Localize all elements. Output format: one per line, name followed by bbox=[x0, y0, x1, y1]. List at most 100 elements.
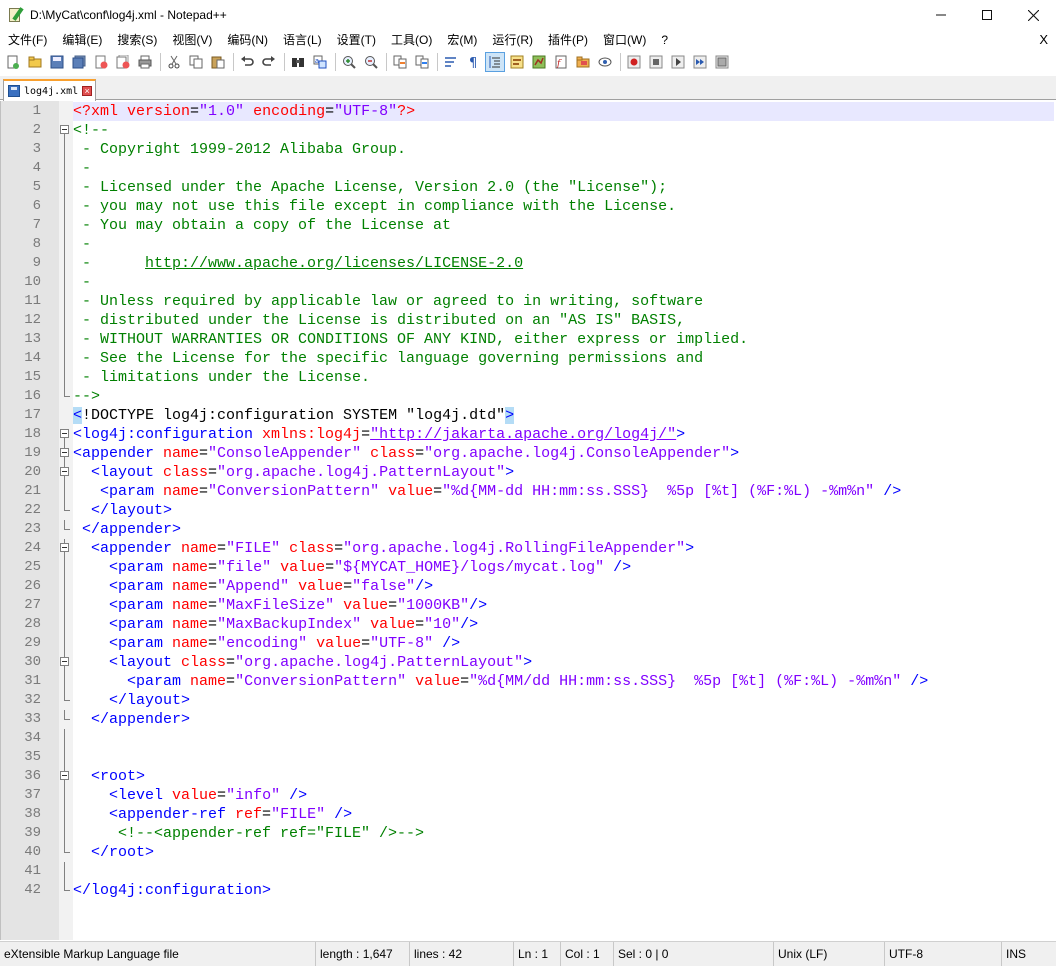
paste-button[interactable] bbox=[209, 53, 227, 71]
code-line: 3 - Copyright 1999-2012 Alibaba Group. bbox=[33, 140, 1054, 159]
code-line: 4 - bbox=[33, 159, 1054, 178]
close-all-button[interactable] bbox=[114, 53, 132, 71]
toolbar-separator bbox=[386, 53, 387, 71]
menu-run[interactable]: 运行(R) bbox=[484, 30, 540, 50]
code-line: 33 </appender> bbox=[24, 710, 1054, 729]
play-macro-button[interactable] bbox=[669, 53, 687, 71]
fold-toggle[interactable] bbox=[58, 444, 72, 463]
line-number: 41 bbox=[24, 863, 41, 879]
fold-toggle[interactable] bbox=[58, 121, 72, 140]
fold-toggle[interactable] bbox=[58, 767, 72, 786]
fold-toggle[interactable] bbox=[58, 539, 72, 558]
word-wrap-icon bbox=[445, 57, 456, 67]
print-icon bbox=[138, 55, 152, 69]
undo-button[interactable] bbox=[238, 53, 256, 71]
replace-button[interactable]: a bbox=[311, 53, 329, 71]
tab-close-icon[interactable]: × bbox=[82, 86, 93, 96]
close-window-button[interactable] bbox=[1010, 0, 1056, 30]
line-number: 11 bbox=[24, 293, 41, 309]
menu-view[interactable]: 视图(V) bbox=[164, 30, 219, 50]
user-defined-language-button[interactable] bbox=[508, 53, 526, 71]
stop-macro-button[interactable] bbox=[647, 53, 665, 71]
zoom-in-button[interactable] bbox=[340, 53, 358, 71]
line-number: 12 bbox=[24, 312, 41, 328]
menu-help[interactable]: ? bbox=[653, 30, 675, 50]
copy-button[interactable] bbox=[187, 53, 205, 71]
status-encoding[interactable]: UTF-8 bbox=[885, 941, 1002, 966]
print-button[interactable] bbox=[136, 53, 154, 71]
record-macro-button[interactable] bbox=[625, 53, 643, 71]
close-button[interactable] bbox=[92, 53, 110, 71]
run-macro-multiple-button[interactable] bbox=[691, 53, 709, 71]
code-line: 9 - http://www.apache.org/licenses/LICEN… bbox=[33, 254, 1054, 273]
show-all-characters-button[interactable]: ¶ bbox=[464, 53, 482, 71]
code-line: 29 <param name="encoding" value="UTF-8" … bbox=[24, 634, 1054, 653]
line-number: 38 bbox=[24, 806, 41, 822]
editor-area[interactable]: 1 <?xml version="1.0" encoding="UTF-8"?> … bbox=[0, 101, 1056, 940]
fold-toggle[interactable] bbox=[58, 463, 72, 482]
zoom-out-button[interactable] bbox=[362, 53, 380, 71]
eye-icon bbox=[598, 57, 612, 67]
find-button[interactable] bbox=[289, 53, 307, 71]
close-document-button[interactable]: X bbox=[1039, 30, 1048, 50]
status-eol-format[interactable]: Unix (LF) bbox=[774, 941, 885, 966]
sync-vertical-icon bbox=[393, 55, 407, 69]
status-insert-mode[interactable]: INS bbox=[1002, 942, 1042, 966]
menu-search[interactable]: 搜索(S) bbox=[109, 30, 164, 50]
code-view[interactable]: 1 <?xml version="1.0" encoding="UTF-8"?> … bbox=[24, 102, 1054, 900]
indent-guide-button[interactable] bbox=[485, 52, 505, 72]
function-list-button[interactable]: f bbox=[552, 53, 570, 71]
redo-button[interactable] bbox=[260, 53, 278, 71]
save-all-button[interactable] bbox=[70, 53, 88, 71]
line-number: 28 bbox=[24, 616, 41, 632]
save-all-icon bbox=[72, 55, 86, 69]
sync-horizontal-icon bbox=[415, 55, 429, 69]
line-number: 16 bbox=[24, 388, 41, 404]
menu-edit[interactable]: 编辑(E) bbox=[54, 30, 109, 50]
menu-file[interactable]: 文件(F) bbox=[0, 30, 54, 50]
line-number: 3 bbox=[32, 141, 41, 157]
license-link[interactable]: http://www.apache.org/licenses/LICENSE-2… bbox=[145, 255, 523, 272]
toolbar-separator bbox=[620, 53, 621, 71]
maximize-button[interactable] bbox=[964, 0, 1010, 30]
sync-vertical-button[interactable] bbox=[391, 53, 409, 71]
close-icon bbox=[1027, 9, 1039, 21]
new-file-icon bbox=[7, 55, 19, 69]
open-file-button[interactable] bbox=[26, 53, 44, 71]
redo-icon bbox=[262, 56, 275, 66]
line-number: 2 bbox=[32, 122, 41, 138]
minimize-button[interactable] bbox=[918, 0, 964, 30]
fold-toggle[interactable] bbox=[58, 425, 72, 444]
code-line: 23 </appender> bbox=[24, 520, 1054, 539]
cut-button[interactable] bbox=[165, 53, 183, 71]
sync-horizontal-button[interactable] bbox=[413, 53, 431, 71]
code-line: 6 - you may not use this file except in … bbox=[33, 197, 1054, 216]
menu-encoding[interactable]: 编码(N) bbox=[219, 30, 275, 50]
svg-text:¶: ¶ bbox=[469, 56, 477, 69]
menu-window[interactable]: 窗口(W) bbox=[595, 30, 653, 50]
line-number: 29 bbox=[24, 635, 41, 651]
line-number: 13 bbox=[24, 331, 41, 347]
zoom-out-icon bbox=[365, 56, 378, 69]
new-file-button[interactable] bbox=[4, 53, 22, 71]
document-tab-bar: log4j.xml × bbox=[0, 76, 1056, 101]
monitoring-button[interactable] bbox=[596, 53, 614, 71]
tab-log4j-xml[interactable]: log4j.xml × bbox=[3, 79, 96, 101]
document-map-button[interactable] bbox=[530, 53, 548, 71]
menu-settings[interactable]: 设置(T) bbox=[329, 30, 383, 50]
word-wrap-button[interactable] bbox=[442, 53, 460, 71]
menu-language[interactable]: 语言(L) bbox=[275, 30, 329, 50]
folder-as-workspace-button[interactable] bbox=[574, 53, 592, 71]
code-line: 38 <appender-ref ref="FILE" /> bbox=[24, 805, 1054, 824]
line-number: 39 bbox=[24, 825, 41, 841]
menu-macro[interactable]: 宏(M) bbox=[439, 30, 484, 50]
line-number: 24 bbox=[24, 540, 41, 556]
xmlns-link[interactable]: "http://jakarta.apache.org/log4j/" bbox=[370, 426, 676, 443]
save-button[interactable] bbox=[48, 53, 66, 71]
menu-plugins[interactable]: 插件(P) bbox=[540, 30, 595, 50]
status-column: Col : 1 bbox=[561, 941, 614, 966]
fold-toggle[interactable] bbox=[58, 653, 72, 672]
line-number: 8 bbox=[32, 236, 41, 252]
save-macro-button[interactable] bbox=[713, 53, 731, 71]
menu-tools[interactable]: 工具(O) bbox=[383, 30, 439, 50]
